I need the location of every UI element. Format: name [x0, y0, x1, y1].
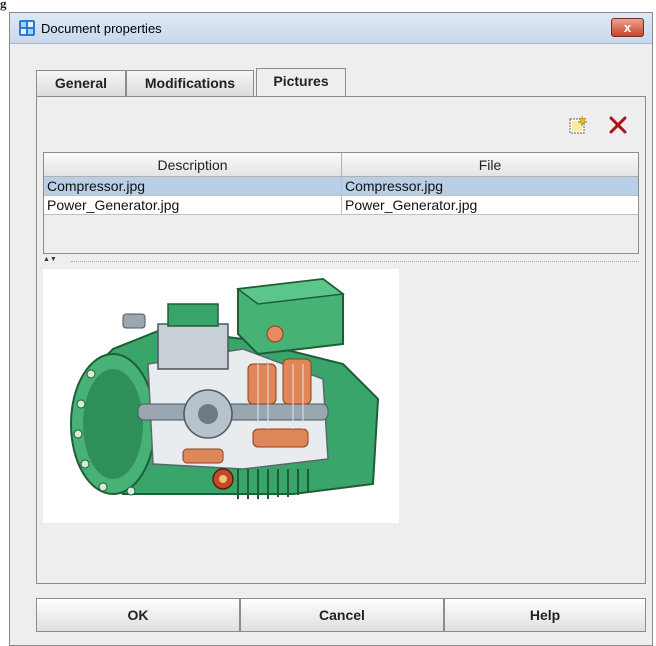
- tab-modifications[interactable]: Modifications: [126, 70, 254, 96]
- tab-pictures[interactable]: Pictures: [256, 68, 346, 96]
- column-header-file[interactable]: File: [342, 153, 638, 177]
- description-cell[interactable]: Power_Generator.jpg: [44, 196, 342, 215]
- collapse-arrows-icon[interactable]: ▲▼: [43, 256, 57, 263]
- help-button[interactable]: Help: [444, 598, 646, 632]
- table-row[interactable]: Compressor.jpg Compressor.jpg: [44, 177, 638, 196]
- tab-label: Pictures: [273, 73, 329, 89]
- app-icon: [19, 20, 35, 36]
- close-button[interactable]: x: [611, 18, 644, 37]
- tab-label: General: [54, 75, 108, 91]
- compressor-cutaway-illustration: [70, 277, 380, 499]
- file-cell[interactable]: Compressor.jpg: [342, 177, 638, 196]
- tab-label: Modifications: [144, 75, 236, 91]
- title-bar[interactable]: Document properties x: [10, 13, 652, 44]
- tab-general[interactable]: General: [36, 70, 126, 96]
- delete-icon[interactable]: [607, 114, 629, 136]
- split-pane-divider[interactable]: ▲▼: [43, 256, 639, 264]
- ok-button[interactable]: OK: [36, 598, 240, 632]
- pictures-panel: Description File Compressor.jpg Compress…: [36, 96, 646, 584]
- new-picture-icon[interactable]: [567, 114, 589, 136]
- file-cell[interactable]: Power_Generator.jpg: [342, 196, 638, 215]
- document-properties-dialog: Document properties x General Modificati…: [9, 12, 653, 646]
- table-row[interactable]: Power_Generator.jpg Power_Generator.jpg: [44, 196, 638, 215]
- divider-dots: [71, 261, 639, 262]
- picture-preview: [43, 269, 399, 523]
- description-cell[interactable]: Compressor.jpg: [44, 177, 342, 196]
- column-header-description[interactable]: Description: [44, 153, 342, 177]
- pictures-table: Description File Compressor.jpg Compress…: [43, 152, 639, 254]
- window-title: Document properties: [41, 21, 162, 36]
- background-text: g: [0, 0, 7, 11]
- background-app-strip: g: [0, 0, 656, 12]
- close-icon: x: [623, 20, 632, 35]
- cancel-button[interactable]: Cancel: [240, 598, 444, 632]
